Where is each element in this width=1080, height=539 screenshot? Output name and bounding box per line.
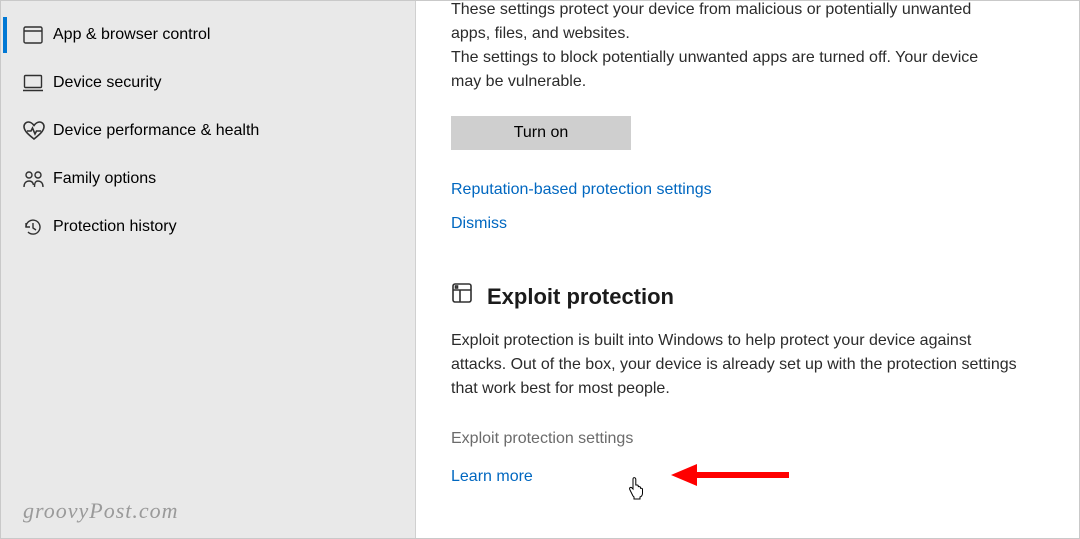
sidebar-item-label: Family options bbox=[53, 170, 156, 188]
sidebar-item-label: Device performance & health bbox=[53, 122, 259, 140]
exploit-settings-link[interactable]: Exploit protection settings bbox=[451, 427, 633, 451]
sidebar-item-family[interactable]: Family options bbox=[1, 155, 415, 203]
main-panel: These settings protect your device from … bbox=[416, 1, 1079, 538]
window-frame: App & browser control Device security De… bbox=[0, 0, 1080, 539]
exploit-body: Exploit protection is built into Windows… bbox=[451, 329, 1021, 401]
browser-icon bbox=[23, 26, 53, 44]
sidebar-item-protection-history[interactable]: Protection history bbox=[1, 203, 415, 251]
exploit-title: Exploit protection bbox=[487, 280, 674, 313]
dismiss-link[interactable]: Dismiss bbox=[451, 212, 507, 236]
sidebar-item-label: App & browser control bbox=[53, 26, 210, 44]
family-icon bbox=[23, 170, 53, 188]
exploit-section: Exploit protection Exploit protection is… bbox=[451, 280, 1037, 489]
sidebar-item-device-security[interactable]: Device security bbox=[1, 59, 415, 107]
history-icon bbox=[23, 217, 53, 237]
sidebar-item-app-browser[interactable]: App & browser control bbox=[1, 11, 415, 59]
sidebar-item-label: Device security bbox=[53, 74, 161, 92]
reputation-text: These settings protect your device from … bbox=[451, 1, 1011, 94]
watermark: groovyPost.com bbox=[23, 498, 179, 524]
health-icon bbox=[23, 121, 53, 141]
sidebar-item-label: Protection history bbox=[53, 218, 177, 236]
device-icon bbox=[23, 74, 53, 92]
sidebar-item-performance-health[interactable]: Device performance & health bbox=[1, 107, 415, 155]
exploit-icon bbox=[451, 282, 473, 312]
learn-more-link[interactable]: Learn more bbox=[451, 465, 533, 489]
sidebar: App & browser control Device security De… bbox=[1, 1, 416, 538]
turn-on-button[interactable]: Turn on bbox=[451, 116, 631, 150]
reputation-settings-link[interactable]: Reputation-based protection settings bbox=[451, 178, 712, 202]
